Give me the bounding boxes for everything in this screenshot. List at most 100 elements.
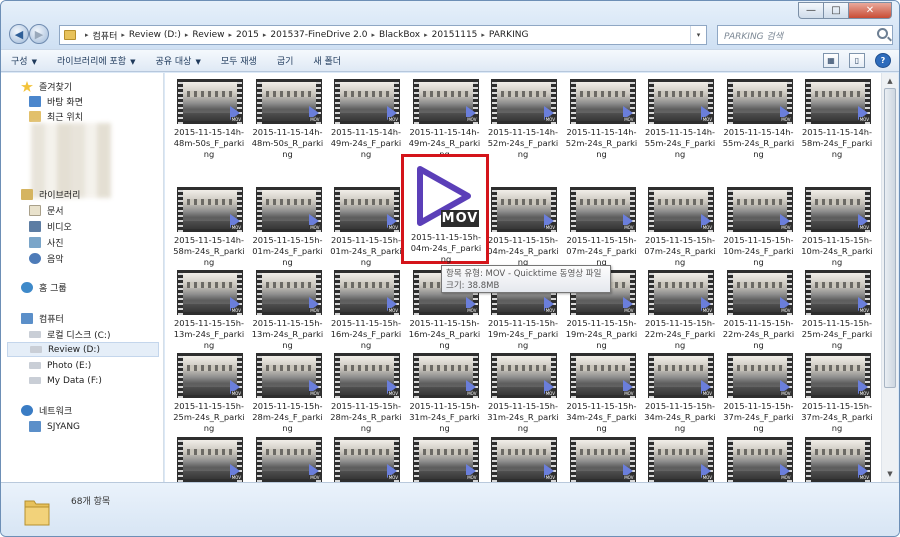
address-bar[interactable]: ▸ 컴퓨터 ▸ Review (D:) ▸ Review ▸ 2015 ▸ 201537-Fin… (59, 25, 707, 45)
sidebar-item-pictures[interactable]: 사진 (29, 235, 64, 250)
thumbnail-image (261, 273, 316, 312)
mov-badge-icon: MOV (858, 391, 870, 396)
mov-badge-icon: MOV (387, 117, 399, 122)
search-input[interactable]: PARKING 검색 (717, 25, 893, 45)
video-file-item[interactable]: MOV2015-11-15-15h (252, 437, 324, 482)
video-thumbnail: MOV (805, 437, 871, 482)
thumbnail-image (811, 190, 865, 229)
address-dropdown-button[interactable]: ▾ (690, 26, 706, 44)
thumbnail-image (261, 440, 316, 479)
share-with-button[interactable]: 공유 대상 ▼ (155, 54, 200, 67)
file-name: 2015-11-15-15h-37m-24s_R_parking (801, 401, 873, 433)
file-name: 2015-11-15-15h-34m-24s_R_parking (644, 401, 716, 433)
back-button[interactable]: ◀ (9, 24, 29, 44)
sidebar-homegroup[interactable]: 홈 그룹 (21, 280, 67, 295)
search-icon[interactable] (877, 28, 888, 39)
sidebar-item-documents[interactable]: 문서 (29, 203, 64, 218)
chevron-right-icon[interactable]: ▸ (424, 31, 428, 39)
breadcrumb-item[interactable]: Review (192, 30, 224, 40)
breadcrumb-item[interactable]: BlackBox (379, 30, 420, 40)
mov-badge-icon: MOV (701, 391, 713, 396)
video-file-item[interactable]: MOV2015-11-15-15h (644, 437, 716, 482)
video-file-item[interactable]: MOV2015-11-15-15h (723, 437, 795, 482)
preview-pane-icon[interactable]: ▯ (849, 53, 865, 68)
video-thumbnail: MOV (412, 437, 479, 482)
breadcrumb-item[interactable]: 컴퓨터 (93, 29, 118, 42)
breadcrumb-item[interactable]: PARKING (489, 30, 529, 40)
video-file-item[interactable]: MOV 2015-11-15-14h-55m-24s_F_parking (644, 79, 716, 185)
folder-icon (64, 30, 76, 40)
thumbnail-image (340, 273, 394, 312)
sidebar-item-drive-f[interactable]: My Data (F:) (29, 373, 102, 388)
burn-button[interactable]: 굽기 (277, 54, 294, 67)
sidebar-item-desktop[interactable]: 바탕 화면 (29, 94, 83, 109)
sidebar-item-drive-e[interactable]: Photo (E:) (29, 358, 91, 373)
forward-button[interactable]: ▶ (29, 24, 49, 44)
organize-button[interactable]: 구성 ▼ (11, 54, 37, 67)
sidebar-computer[interactable]: 컴퓨터 (21, 311, 64, 326)
sidebar-item-drive-c[interactable]: 로컬 디스크 (C:) (29, 327, 110, 342)
scroll-thumb[interactable] (884, 88, 896, 388)
video-file-item[interactable]: MOV2015-11-15-15h (330, 437, 402, 482)
breadcrumb-item[interactable]: 20151115 (432, 30, 478, 40)
video-file-item[interactable]: MOV 2015-11-15-14h-55m-24s_R_parking (723, 79, 795, 185)
command-bar: 구성 ▼ 라이브러리에 포함 ▼ 공유 대상 ▼ 모두 재생 굽기 새 폴더 ▦ ▯ … (1, 49, 899, 72)
breadcrumb-item[interactable]: 201537-FineDrive 2.0 (270, 30, 367, 40)
chevron-right-icon[interactable]: ▸ (228, 31, 232, 39)
vertical-scrollbar[interactable]: ▲ ▼ (881, 73, 898, 482)
scroll-down-icon[interactable]: ▼ (884, 468, 896, 480)
video-file-item[interactable]: MOV 2015-11-15-14h-48m-50s_R_parking (252, 79, 324, 185)
mov-badge-icon: MOV (466, 475, 478, 480)
chevron-right-icon[interactable]: ▸ (481, 31, 485, 39)
video-file-item[interactable]: MOV 2015-11-15-14h-52m-24s_F_parking (487, 79, 559, 185)
thumbnail-image (340, 356, 394, 395)
include-in-library-button[interactable]: 라이브러리에 포함 ▼ (57, 54, 136, 67)
video-file-item[interactable]: MOV 2015-11-15-14h-49m-24s_F_parking (330, 79, 402, 185)
play-all-button[interactable]: 모두 재생 (221, 54, 257, 67)
video-file-item[interactable]: MOV2015-11-15-15h (173, 437, 245, 482)
new-folder-button[interactable]: 새 폴더 (313, 54, 341, 67)
thumbnail-image (418, 356, 473, 395)
video-file-item[interactable]: MOV2015-11-15-15h (566, 437, 638, 482)
sidebar-item-recent[interactable]: 최근 위치 (29, 109, 83, 124)
video-file-item[interactable]: MOV2015-11-15-15h (409, 437, 481, 482)
file-name: 2015-11-15-14h-55m-24s_R_parking (722, 127, 795, 159)
breadcrumb-item[interactable]: 2015 (236, 30, 259, 40)
sidebar-libraries[interactable]: 라이브러리 (21, 187, 80, 202)
tooltip-type: 항목 유형: MOV - Quicktime 동영상 파일 (446, 269, 602, 279)
video-file-item[interactable]: MOV 2015-11-15-14h-58m-24s_F_parking (801, 79, 873, 185)
chevron-right-icon[interactable]: ▸ (371, 31, 375, 39)
video-thumbnail: MOV (491, 353, 557, 398)
video-thumbnail: MOV (569, 437, 636, 482)
sidebar-item-videos[interactable]: 비디오 (29, 219, 72, 234)
video-file-item[interactable]: MOV 2015-11-15-14h-48m-50s_F_parking (173, 79, 245, 185)
thumbnail-image (732, 82, 787, 121)
chevron-right-icon[interactable]: ▸ (263, 31, 267, 39)
sidebar-network[interactable]: 네트워크 (21, 403, 72, 418)
maximize-button[interactable]: □ (824, 2, 849, 19)
file-name: 2015-11-15-15h-13m-24s_F_parking (173, 318, 245, 350)
video-file-item[interactable]: MOV2015-11-15-15h (801, 437, 873, 482)
sidebar-item-sjyang[interactable]: SJYANG (29, 419, 80, 434)
chevron-right-icon[interactable]: ▸ (121, 31, 125, 39)
file-name: 2015-11-15-14h-55m-24s_F_parking (644, 127, 716, 159)
video-file-item[interactable]: MOV2015-11-15-15h (487, 437, 559, 482)
thumbnail-image (654, 273, 708, 312)
breadcrumb-item[interactable]: Review (D:) (129, 30, 181, 40)
video-thumbnail: MOV (491, 187, 557, 232)
navigation-pane: 즐겨찾기 바탕 화면 최근 위치 라이브러리 문서 비디오 사진 음악 홈 그룹… (1, 73, 164, 482)
mov-badge-icon: MOV (858, 225, 870, 230)
help-icon[interactable]: ? (875, 53, 891, 68)
close-button[interactable]: ✕ (849, 2, 892, 19)
video-thumbnail: MOV (177, 353, 243, 398)
minimize-button[interactable]: — (798, 2, 824, 19)
sidebar-favorites[interactable]: 즐겨찾기 (21, 79, 72, 94)
sidebar-item-music[interactable]: 음악 (29, 251, 64, 266)
chevron-right-icon[interactable]: ▸ (185, 31, 189, 39)
video-file-item[interactable]: MOV 2015-11-15-14h-52m-24s_R_parking (566, 79, 638, 185)
hovered-video-icon[interactable]: MOV 2015-11-15-15h-04m-24s_F_parking (401, 154, 489, 264)
view-options-icon[interactable]: ▦ (823, 53, 839, 68)
sidebar-item-drive-d[interactable]: Review (D:) (7, 342, 159, 357)
video-thumbnail: MOV (491, 79, 557, 124)
scroll-up-icon[interactable]: ▲ (884, 75, 896, 87)
